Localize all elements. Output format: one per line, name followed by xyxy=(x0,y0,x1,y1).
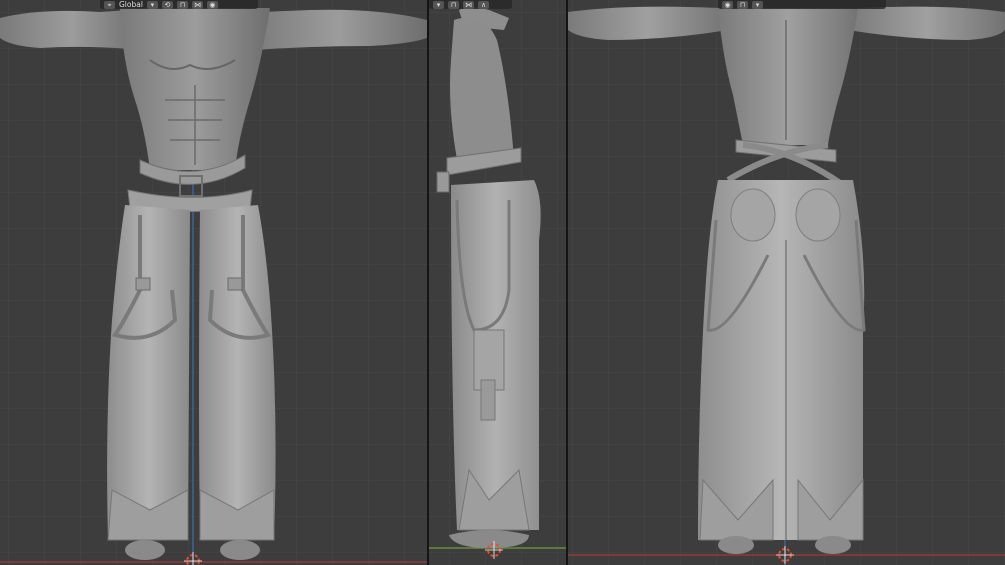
chevron-down-icon[interactable]: ▾ xyxy=(146,0,158,9)
snap-magnet-icon[interactable]: ⊓ xyxy=(737,0,748,9)
pivot-point-icon[interactable]: ⟲ xyxy=(161,0,173,9)
overlay-circle-icon[interactable]: ◉ xyxy=(722,0,733,9)
3d-cursor-icon[interactable] xyxy=(485,541,503,559)
proportional-edit-icon[interactable]: ⋈ xyxy=(463,0,474,9)
chevron-down-icon[interactable]: ▾ xyxy=(433,0,444,9)
snap-magnet-icon[interactable]: ⊓ xyxy=(448,0,459,9)
viewport-front[interactable]: ⌖ Global ▾ ⟲ ⊓ ⋈ ◉ xyxy=(0,0,427,565)
character-model-side[interactable] xyxy=(429,0,566,565)
character-model-back[interactable] xyxy=(568,0,1005,565)
orientation-axes-icon[interactable]: ⌖ xyxy=(104,0,115,9)
snap-magnet-icon[interactable]: ⊓ xyxy=(176,0,188,9)
viewport-header: ▾ ⊓ ⋈ ∧ xyxy=(429,0,512,9)
character-model-front[interactable] xyxy=(0,0,427,565)
proportional-edit-icon[interactable]: ⋈ xyxy=(191,0,203,9)
overlay-circle-icon[interactable]: ◉ xyxy=(206,0,218,9)
transform-orientation-select[interactable]: Global xyxy=(119,0,143,9)
3d-cursor-icon[interactable] xyxy=(776,546,794,564)
chevron-down-icon[interactable]: ▾ xyxy=(752,0,763,9)
falloff-curve-icon[interactable]: ∧ xyxy=(478,0,489,9)
viewport-side[interactable]: ▾ ⊓ ⋈ ∧ xyxy=(429,0,566,565)
3d-cursor-icon[interactable] xyxy=(184,552,202,565)
viewport-header: ⌖ Global ▾ ⟲ ⊓ ⋈ ◉ xyxy=(100,0,258,9)
viewport-header: ◉ ⊓ ▾ xyxy=(718,0,886,9)
viewport-back[interactable]: ◉ ⊓ ▾ xyxy=(568,0,1005,565)
